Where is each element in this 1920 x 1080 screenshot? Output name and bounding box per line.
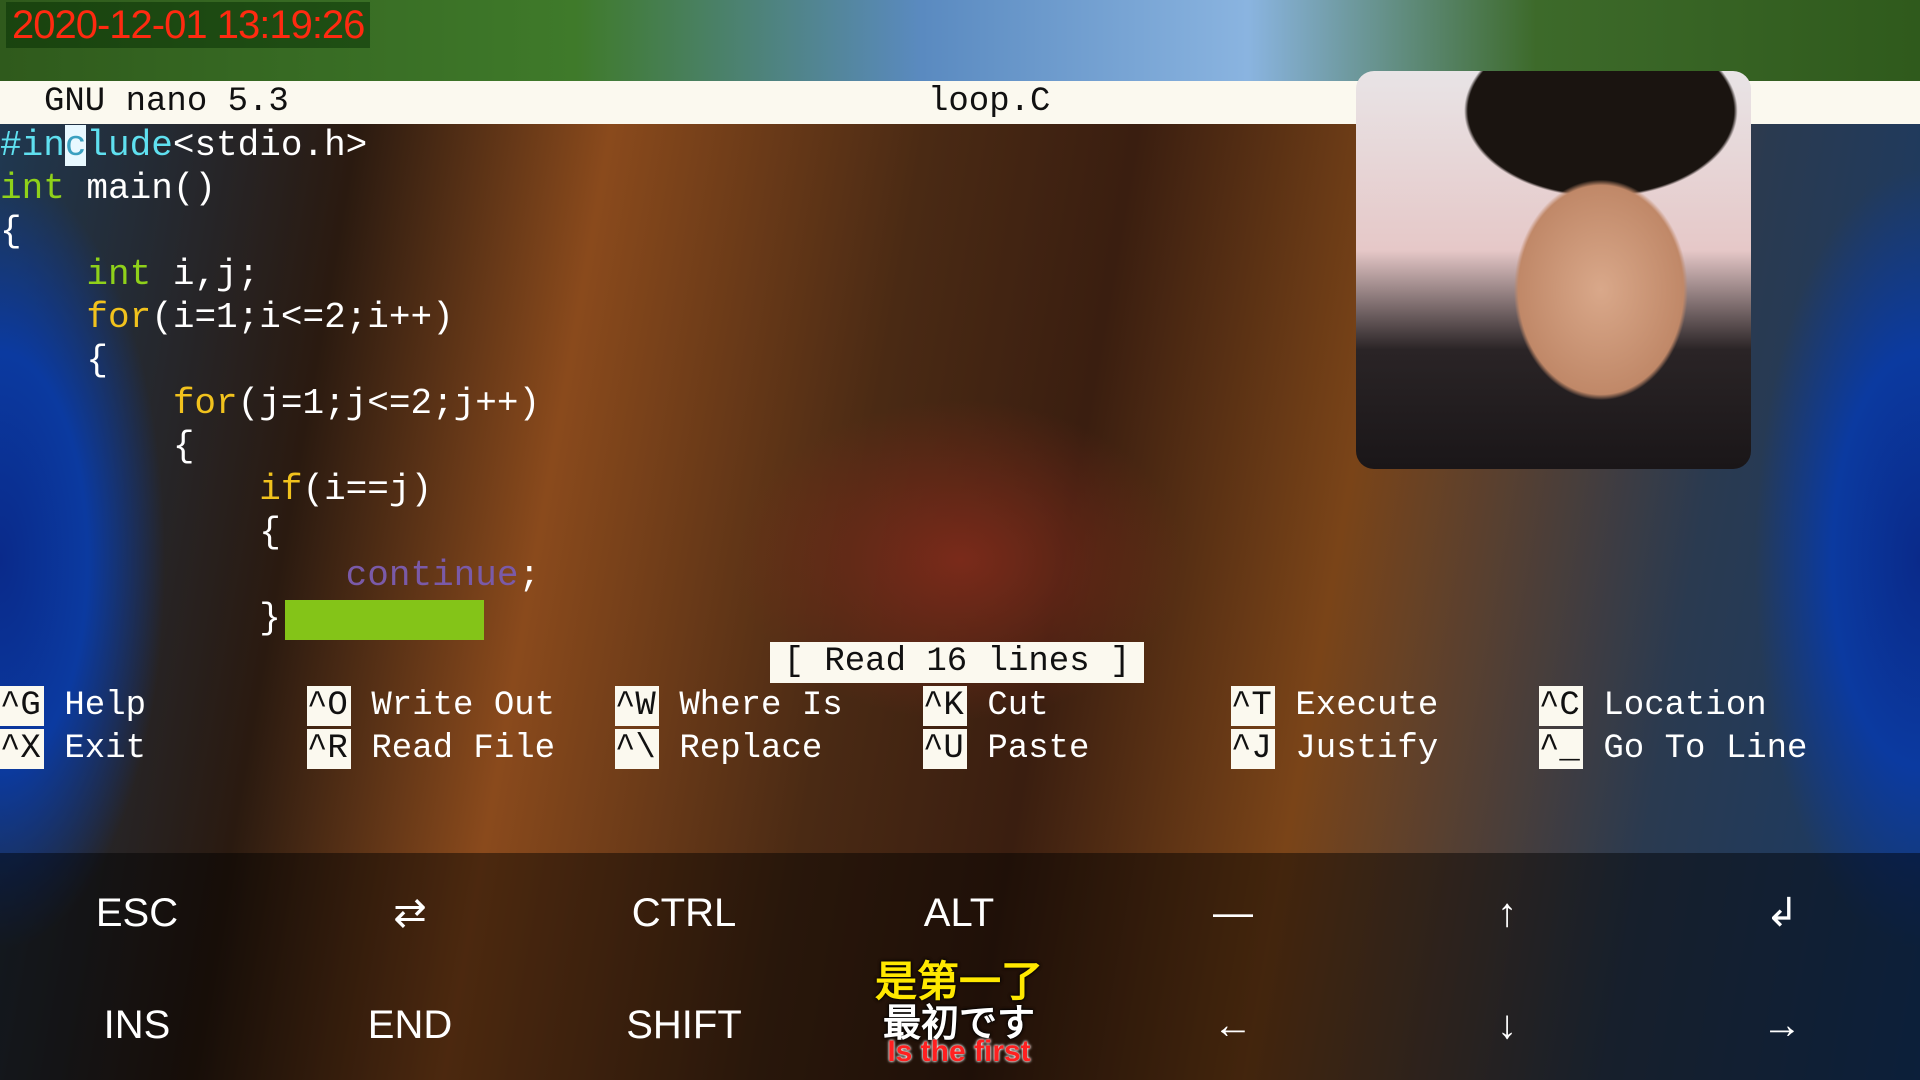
- extra-key[interactable]: ↲: [1682, 888, 1882, 938]
- extra-key[interactable]: ⇄: [310, 888, 510, 938]
- code-token: for: [172, 383, 238, 424]
- shortcut-justify[interactable]: ^J Justify: [1231, 729, 1438, 769]
- extra-key[interactable]: ↑: [1407, 888, 1607, 938]
- code-line: for(i=1;i<=2;i++): [0, 296, 540, 339]
- code-token: <stdio.h>: [172, 125, 368, 166]
- shortcut-replace[interactable]: ^\ Replace: [615, 729, 822, 769]
- shortcut-key: ^J: [1231, 729, 1275, 769]
- shortcut-label: Justify: [1295, 730, 1439, 768]
- extra-key[interactable]: SHIFT: [584, 1000, 784, 1050]
- code-token: (i==j): [302, 469, 433, 510]
- code-token: (i=1;i<=2;i++): [151, 297, 454, 338]
- shortcut-key: ^G: [0, 686, 44, 726]
- shortcut-label: Execute: [1295, 687, 1439, 725]
- shortcut-label: Paste: [987, 730, 1090, 768]
- shortcut-label: Read File: [371, 730, 556, 768]
- code-token: i,j;: [151, 254, 260, 295]
- code-token: {: [0, 512, 281, 553]
- code-token: int: [86, 254, 152, 295]
- extra-key[interactable]: ALT: [859, 888, 1059, 938]
- shortcut-label: Write Out: [371, 687, 556, 725]
- code-token: ;: [518, 555, 541, 596]
- extra-key[interactable]: CTRL: [584, 888, 784, 938]
- extra-key[interactable]: ↓: [1407, 1000, 1607, 1050]
- status-message: [ Read 16 lines ]: [770, 642, 1144, 683]
- code-token: }: [0, 598, 281, 639]
- code-token: lude: [86, 125, 173, 166]
- shortcut-key: ^T: [1231, 686, 1275, 726]
- shortcut-key: ^K: [923, 686, 967, 726]
- code-line: {: [0, 425, 540, 468]
- shortcut-key: ^O: [307, 686, 351, 726]
- code-line: int i,j;: [0, 253, 540, 296]
- extra-key[interactable]: →: [1682, 1000, 1882, 1050]
- editor-buffer[interactable]: #include<stdio.h> int main(){ int i,j; fo…: [0, 124, 540, 640]
- filename: loop.C: [928, 83, 1051, 121]
- shortcut-key: ^X: [0, 729, 44, 769]
- shortcut-key: ^R: [307, 729, 351, 769]
- shortcut-key: ^\: [615, 729, 659, 769]
- trailing-whitespace-highlight: [285, 600, 484, 640]
- code-token: main(): [64, 168, 217, 209]
- shortcut-location[interactable]: ^C Location: [1539, 686, 1767, 726]
- code-token: if: [259, 469, 303, 510]
- shortcut-key: ^W: [615, 686, 659, 726]
- shortcut-label: Replace: [679, 730, 823, 768]
- shortcut-paste[interactable]: ^U Paste: [923, 729, 1089, 769]
- code-line: for(j=1;j<=2;j++): [0, 382, 540, 425]
- shortcut-label: Exit: [64, 730, 147, 768]
- code-line: {: [0, 339, 540, 382]
- shortcut-key: ^C: [1539, 686, 1583, 726]
- shortcut-help[interactable]: ^G Help: [0, 686, 146, 726]
- shortcut-label: Go To Line: [1603, 730, 1808, 768]
- webcam-overlay: [1356, 71, 1751, 469]
- code-line: continue;: [0, 554, 540, 597]
- code-line: #include<stdio.h>: [0, 124, 540, 167]
- shortcut-read-file[interactable]: ^R Read File: [307, 729, 555, 769]
- code-line: int main(): [0, 167, 540, 210]
- shortcut-label: Where Is: [679, 687, 843, 725]
- shortcut-label: Help: [64, 687, 147, 725]
- shortcut-key: ^_: [1539, 729, 1583, 769]
- shortcut-cut[interactable]: ^K Cut: [923, 686, 1049, 726]
- subtitle-english: Is the first: [887, 1035, 1031, 1068]
- text-cursor: c: [64, 125, 87, 166]
- extra-key[interactable]: ←: [1133, 1000, 1333, 1050]
- app-version: GNU nano 5.3: [44, 83, 289, 121]
- shortcut-exit[interactable]: ^X Exit: [0, 729, 146, 769]
- shortcut-label: Cut: [987, 687, 1049, 725]
- timestamp-overlay: 2020-12-01 13:19:26: [6, 2, 371, 48]
- shortcut-label: Location: [1603, 687, 1767, 725]
- code-token: for: [86, 297, 152, 338]
- extra-key[interactable]: INS: [37, 1000, 237, 1050]
- extra-key[interactable]: —: [1133, 888, 1333, 938]
- code-line: {: [0, 210, 540, 253]
- code-token: (j=1;j<=2;j++): [237, 383, 541, 424]
- shortcut-where-is[interactable]: ^W Where Is: [615, 686, 843, 726]
- code-token: continue: [345, 555, 519, 596]
- extra-key[interactable]: END: [310, 1000, 510, 1050]
- shortcut-write-out[interactable]: ^O Write Out: [307, 686, 555, 726]
- shortcut-key: ^U: [923, 729, 967, 769]
- code-line: if(i==j): [0, 468, 540, 511]
- shortcut-execute[interactable]: ^T Execute: [1231, 686, 1438, 726]
- code-token: #in: [0, 125, 65, 166]
- code-token: {: [0, 340, 109, 381]
- code-line: {: [0, 511, 540, 554]
- code-token: {: [0, 211, 22, 252]
- code-token: int: [0, 168, 65, 209]
- shortcut-go-to-line[interactable]: ^_ Go To Line: [1539, 729, 1807, 769]
- code-token: {: [0, 426, 195, 467]
- extra-key[interactable]: ESC: [37, 888, 237, 938]
